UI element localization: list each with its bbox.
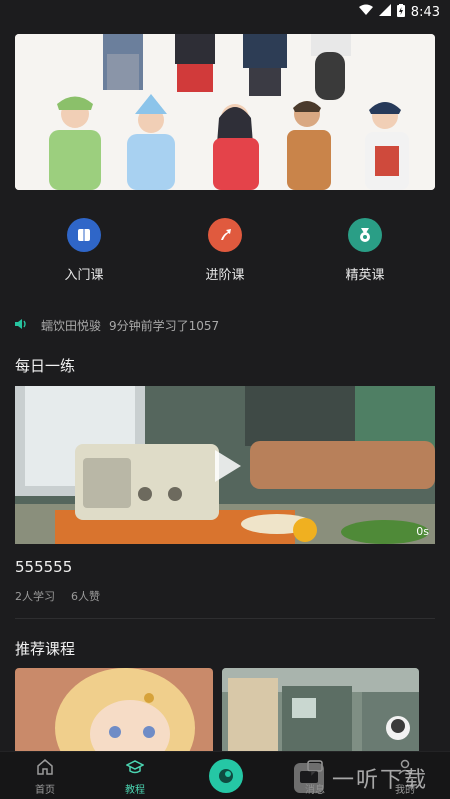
speaker-icon — [15, 318, 29, 333]
battery-icon — [396, 3, 405, 21]
watermark-logo-icon — [294, 763, 324, 793]
banner-carousel[interactable] — [15, 34, 435, 190]
book-icon — [67, 218, 101, 252]
quick-elite-label: 精英课 — [345, 268, 385, 283]
tab-home[interactable]: 首页 — [15, 758, 75, 796]
recommended-course-card[interactable] — [15, 668, 213, 752]
video-duration: 0s — [416, 525, 429, 538]
status-time: 8:43 — [410, 4, 440, 20]
video-thumbnail — [15, 386, 435, 544]
center-app-icon — [219, 769, 233, 783]
divider — [15, 618, 435, 619]
home-icon — [37, 759, 53, 775]
like-count: 6人赞 — [71, 590, 100, 603]
banner-illustration — [15, 34, 435, 190]
quick-beginner-label: 入门课 — [64, 268, 104, 283]
center-app-button[interactable] — [209, 759, 243, 793]
recommended-course-card[interactable] — [222, 668, 419, 752]
tab-home-label: 首页 — [35, 785, 55, 796]
quick-elite-course[interactable]: 精英课 — [320, 214, 410, 283]
medal-icon — [348, 218, 382, 252]
course-level-shortcuts: 入门课 进阶课 精英课 — [0, 214, 450, 284]
watermark-text: 一听下载 — [332, 768, 429, 793]
daily-video-player[interactable]: 0s — [15, 386, 435, 544]
activity-notice: 蠕饮田悦骏 9分钟前学习了1057 — [15, 314, 435, 336]
notice-message: 9分钟前学习了1057 — [109, 318, 220, 333]
status-bar: 8:43 — [0, 0, 450, 24]
daily-practice-title: 每日一练 — [15, 357, 76, 375]
learner-count: 2人学习 — [15, 590, 55, 603]
tab-tutorial-label: 教程 — [125, 785, 145, 796]
tab-tutorial[interactable]: 教程 — [105, 758, 165, 796]
wifi-icon — [358, 4, 373, 20]
lesson-meta: 2人学习 6人赞 — [15, 588, 100, 604]
quick-advanced-course[interactable]: 进阶课 — [180, 214, 270, 283]
lesson-title[interactable]: 555555 — [15, 558, 72, 576]
signal-icon — [378, 4, 391, 20]
course-cover-image — [15, 668, 213, 752]
quick-advanced-label: 进阶课 — [205, 268, 245, 283]
course-cover-image — [222, 668, 419, 752]
arrow-up-icon — [208, 218, 242, 252]
watermark: 一听下载 — [292, 758, 450, 798]
recommended-title: 推荐课程 — [15, 640, 76, 658]
notice-user: 蠕饮田悦骏 — [41, 318, 102, 333]
graduation-cap-icon — [125, 760, 145, 774]
quick-beginner-course[interactable]: 入门课 — [39, 214, 129, 283]
